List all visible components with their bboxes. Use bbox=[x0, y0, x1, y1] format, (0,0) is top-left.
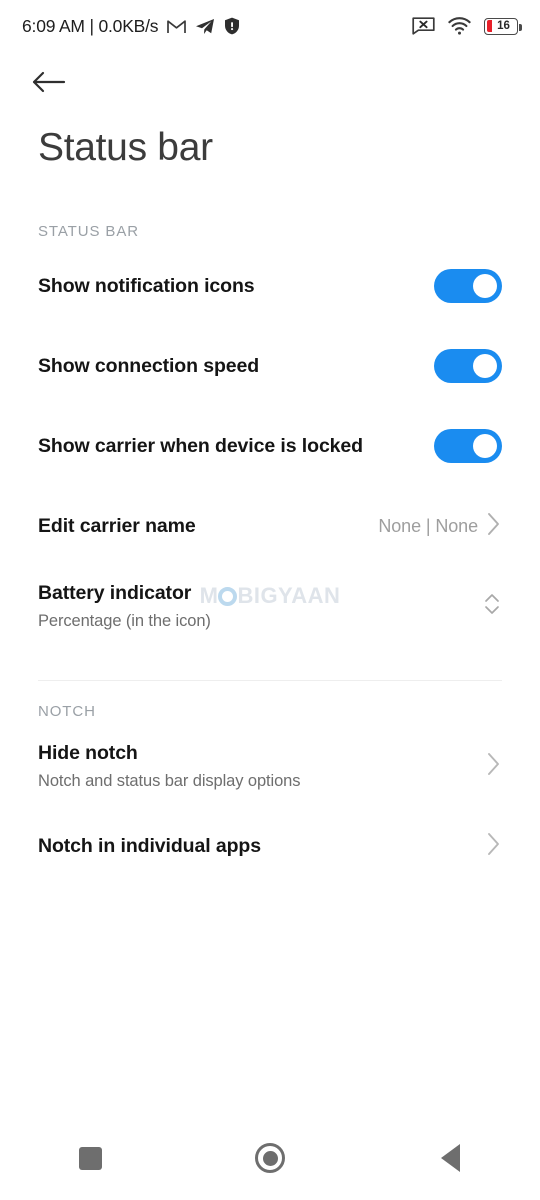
toggle-knob bbox=[473, 434, 497, 458]
chevron-right-icon bbox=[486, 831, 502, 862]
battery-level-text: 16 bbox=[497, 20, 510, 32]
row-battery-indicator[interactable]: Battery indicator Percentage (in the ico… bbox=[0, 566, 540, 646]
row-show-notification-icons[interactable]: Show notification icons bbox=[0, 246, 540, 326]
status-bar-clock: 6:09 AM | 0.0KB/s bbox=[22, 15, 159, 36]
toggle-knob bbox=[473, 274, 497, 298]
row-right bbox=[434, 429, 502, 463]
row-right bbox=[482, 589, 502, 624]
status-bar-left: 6:09 AM | 0.0KB/s bbox=[22, 16, 240, 37]
triangle-back-icon bbox=[440, 1144, 460, 1172]
page-title: Status bar bbox=[38, 126, 213, 169]
row-notch-in-individual-apps[interactable]: Notch in individual apps bbox=[0, 806, 540, 886]
row-title: Show carrier when device is locked bbox=[38, 435, 363, 457]
toggle-knob bbox=[473, 354, 497, 378]
row-title: Show connection speed bbox=[38, 355, 260, 377]
settings-content: STATUS BAR Show notification icons Show … bbox=[0, 205, 540, 886]
row-right: None | None bbox=[378, 511, 502, 542]
row-texts: Edit carrier name bbox=[38, 513, 196, 539]
row-right bbox=[434, 269, 502, 303]
row-texts: Show carrier when device is locked bbox=[38, 433, 363, 459]
chevron-up-down-icon[interactable] bbox=[482, 589, 502, 624]
telegram-icon bbox=[195, 18, 215, 35]
toggle-show-carrier-when-locked[interactable] bbox=[434, 429, 502, 463]
row-right bbox=[486, 751, 502, 782]
row-title: Show notification icons bbox=[38, 275, 255, 297]
phone-screen: 6:09 AM | 0.0KB/s 16 Status bar STATUS B… bbox=[0, 0, 540, 1200]
row-texts: Hide notch Notch and status bar display … bbox=[38, 740, 300, 793]
android-navigation-bar bbox=[0, 1116, 540, 1200]
row-texts: Show connection speed bbox=[38, 353, 259, 379]
row-right bbox=[434, 349, 502, 383]
row-texts: Battery indicator Percentage (in the ico… bbox=[38, 580, 211, 633]
row-texts: Show notification icons bbox=[38, 273, 255, 299]
square-icon bbox=[78, 1146, 102, 1170]
row-value-carrier-name: None | None bbox=[378, 515, 478, 536]
home-button[interactable] bbox=[225, 1128, 315, 1188]
row-edit-carrier-name[interactable]: Edit carrier name None | None bbox=[0, 486, 540, 566]
circle-home-icon bbox=[255, 1143, 285, 1173]
row-show-connection-speed[interactable]: Show connection speed bbox=[0, 326, 540, 406]
back-arrow-icon bbox=[32, 70, 66, 99]
back-arrow-button[interactable] bbox=[32, 62, 80, 106]
section-header-status-bar: STATUS BAR bbox=[38, 223, 139, 240]
row-right bbox=[486, 831, 502, 862]
shield-icon bbox=[224, 17, 240, 35]
wifi-icon bbox=[448, 17, 471, 35]
toggle-show-notification-icons[interactable] bbox=[434, 269, 502, 303]
section-header-notch: NOTCH bbox=[38, 703, 96, 720]
gmail-icon bbox=[167, 19, 187, 34]
chevron-right-icon bbox=[486, 511, 502, 542]
row-title: Battery indicator bbox=[38, 581, 192, 604]
row-subtitle: Percentage (in the icon) bbox=[38, 611, 211, 630]
status-bar-right: 16 bbox=[412, 17, 522, 35]
battery-icon: 16 bbox=[484, 17, 522, 35]
row-title: Notch in individual apps bbox=[38, 835, 261, 857]
chevron-right-icon bbox=[486, 751, 502, 782]
row-texts: Notch in individual apps bbox=[38, 833, 261, 859]
toggle-show-connection-speed[interactable] bbox=[434, 349, 502, 383]
back-button[interactable] bbox=[405, 1128, 495, 1188]
row-title: Hide notch bbox=[38, 741, 138, 764]
row-title: Edit carrier name bbox=[38, 515, 196, 537]
sms-blocked-icon bbox=[412, 17, 435, 35]
row-hide-notch[interactable]: Hide notch Notch and status bar display … bbox=[0, 726, 540, 806]
system-status-bar: 6:09 AM | 0.0KB/s 16 bbox=[0, 0, 540, 52]
row-show-carrier-when-locked[interactable]: Show carrier when device is locked bbox=[0, 406, 540, 486]
row-subtitle: Notch and status bar display options bbox=[38, 771, 301, 790]
recents-button[interactable] bbox=[45, 1128, 135, 1188]
